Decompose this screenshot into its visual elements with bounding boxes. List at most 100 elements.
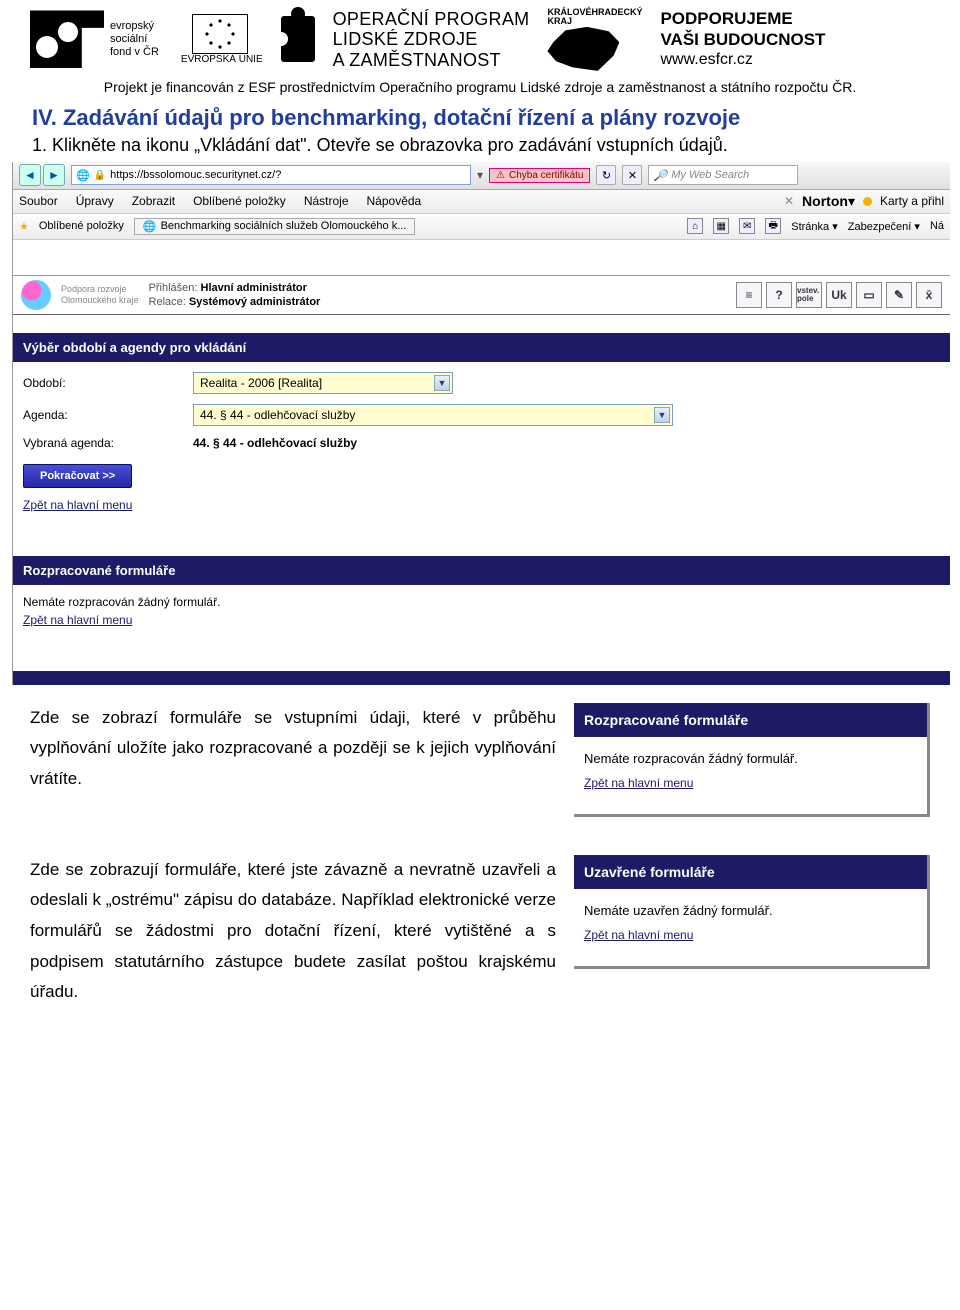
esf-icon <box>30 10 104 68</box>
star-icon: ★ <box>19 220 29 233</box>
edit-icon[interactable]: ✎ <box>886 282 912 308</box>
back-to-main-link[interactable]: Zpět na hlavní menu <box>584 776 693 790</box>
op-line-2: LIDSKÉ ZDROJE <box>333 29 530 49</box>
closed-panel-title: Uzavřené formuláře <box>574 855 927 889</box>
page-cert-icon: 🌐 <box>76 169 90 182</box>
esf-logo: evropský sociální fond v ČR <box>30 10 159 68</box>
screenshot-main: ◄ ► 🌐 🔒 https://bssolomouc.securitynet.c… <box>12 162 950 685</box>
favorites-label[interactable]: Oblíbené položky <box>39 220 124 232</box>
closed-panel-message: Nemáte uzavřen žádný formulář. <box>584 903 917 918</box>
op-line-3: A ZAMĚSTNANOST <box>333 50 530 70</box>
drafts-explanation-text: Zde se zobrazí formuláře se vstupními úd… <box>30 703 556 795</box>
closed-explanation-text: Zde se zobrazují formuláře, které jste z… <box>30 855 556 1008</box>
ie-menu-item[interactable]: Zobrazit <box>132 194 175 208</box>
back-to-main-link[interactable]: Zpět na hlavní menu <box>23 498 132 512</box>
home-icon[interactable]: ⌂ <box>687 218 703 234</box>
esf-label-3: fond v ČR <box>110 46 159 59</box>
mail-icon[interactable]: ✉ <box>739 218 755 234</box>
ie-url-field[interactable]: 🌐 🔒 https://bssolomouc.securitynet.cz/? <box>71 165 471 185</box>
ie-tab[interactable]: 🌐 Benchmarking sociálních služeb Olomouc… <box>134 218 416 235</box>
ie-menu-item[interactable]: Nápověda <box>367 194 422 208</box>
ie-refresh-button[interactable]: ↻ <box>596 165 616 185</box>
selected-agenda-label: Vybraná agenda: <box>23 436 193 450</box>
stats-icon[interactable]: x̄ <box>916 282 942 308</box>
ie-page-menu[interactable]: Stránka ▾ <box>791 220 838 233</box>
list-icon[interactable]: ≡ <box>736 282 762 308</box>
app-logo-sub: Podpora rozvoje Olomouckého kraje <box>61 284 139 306</box>
app-logo-icon <box>21 280 51 310</box>
selected-agenda-value: 44. § 44 - odlehčovací služby <box>193 436 357 450</box>
ie-menu-item[interactable]: Nástroje <box>304 194 349 208</box>
agenda-select[interactable]: 44. § 44 - odlehčovací služby ▼ <box>193 404 673 426</box>
agenda-select-value: 44. § 44 - odlehčovací služby <box>200 408 355 422</box>
search-icon: 🔎 <box>653 169 667 182</box>
ie-security-menu[interactable]: Zabezpečení ▾ <box>848 220 920 233</box>
section-drafts-title: Rozpracované formuláře <box>13 556 950 585</box>
support-slogan: PODPORUJEME VAŠI BUDOUCNOST www.esfcr.cz <box>660 9 825 69</box>
lock-icon: 🔒 <box>94 170 106 181</box>
section-heading: IV. Zadávání údajů pro benchmarking, dot… <box>0 101 960 133</box>
certificate-error-badge[interactable]: ⚠ Chyba certifikátu <box>489 168 590 183</box>
cert-error-text: Chyba certifikátu <box>509 170 583 181</box>
drafts-panel-title: Rozpracované formuláře <box>574 703 927 737</box>
norton-cards-link[interactable]: Karty a přihl <box>880 194 944 208</box>
support-line-2: VAŠI BUDOUCNOST <box>660 30 825 50</box>
feeds-icon[interactable]: ▦ <box>713 218 729 234</box>
ie-back-button[interactable]: ◄ <box>19 164 41 186</box>
sponsor-logo-strip: evropský sociální fond v ČR EVROPSKÁ UNI… <box>0 0 960 75</box>
norton-toolbar-label[interactable]: Norton▾ <box>802 193 855 210</box>
closed-panel: Uzavřené formuláře Nemáte uzavřen žádný … <box>574 855 930 969</box>
back-to-main-link[interactable]: Zpět na hlavní menu <box>584 928 693 942</box>
op-line-1: OPERAČNÍ PROGRAM <box>333 9 530 29</box>
window-icon[interactable]: ▭ <box>856 282 882 308</box>
ie-search-box[interactable]: 🔎 My Web Search <box>648 165 798 185</box>
region-shape-icon <box>547 27 619 71</box>
input-fields-icon[interactable]: vstev. pole <box>796 282 822 308</box>
ie-address-bar: ◄ ► 🌐 🔒 https://bssolomouc.securitynet.c… <box>13 162 950 190</box>
puzzle-icon <box>281 16 315 62</box>
explanation-pair-closed: Zde se zobrazují formuláře, které jste z… <box>0 821 960 1012</box>
drafts-panel: Rozpracované formuláře Nemáte rozpracová… <box>574 703 930 817</box>
ie-tab-title: Benchmarking sociálních služeb Olomoucké… <box>161 220 407 232</box>
region-logo: KRÁLOVÉHRADECKÝ KRAJ <box>547 8 642 71</box>
ie-menu-item[interactable]: Soubor <box>19 194 58 208</box>
drafts-panel-message: Nemáte rozpracován žádný formulář. <box>584 751 917 766</box>
help-icon[interactable]: ? <box>766 282 792 308</box>
period-select-value: Realita - 2006 [Realita] <box>200 376 322 390</box>
warning-icon: ⚠ <box>496 170 505 181</box>
ie-search-placeholder: My Web Search <box>671 169 749 181</box>
norton-status-icon <box>863 197 872 206</box>
ie-favorites-bar: ★ Oblíbené položky 🌐 Benchmarking sociál… <box>13 214 950 240</box>
instruction-step-1: 1. Klikněte na ikonu „Vkládání dat". Ote… <box>0 133 960 162</box>
ie-menu-item[interactable]: Oblíbené položky <box>193 194 286 208</box>
ie-tools-menu[interactable]: Ná <box>930 220 944 232</box>
esf-label: evropský sociální fond v ČR <box>110 20 159 58</box>
login-info: Přihlášen: Hlavní administrátor Relace: … <box>149 281 321 310</box>
continue-button[interactable]: Pokračovat >> <box>23 464 132 488</box>
ie-stop-button[interactable]: ✕ <box>622 165 642 185</box>
ie-forward-button[interactable]: ► <box>43 164 65 186</box>
print-icon[interactable]: 🖶 <box>765 218 781 234</box>
period-label: Období: <box>23 376 193 390</box>
eu-logo: EVROPSKÁ UNIE <box>177 14 263 65</box>
chevron-down-icon: ▼ <box>654 407 670 423</box>
section-period-agenda-title: Výběr období a agendy pro vkládání <box>13 333 950 362</box>
ie-url-text: https://bssolomouc.securitynet.cz/? <box>110 169 281 181</box>
ie-menu-bar: Soubor Úpravy Zobrazit Oblíbené položky … <box>13 190 950 214</box>
drafts-empty-message: Nemáte rozpracován žádný formulář. <box>13 585 950 613</box>
ie-menu-item[interactable]: Úpravy <box>76 194 114 208</box>
back-to-main-link[interactable]: Zpět na hlavní menu <box>23 613 132 627</box>
operational-program-title: OPERAČNÍ PROGRAM LIDSKÉ ZDROJE A ZAMĚSTN… <box>333 9 530 69</box>
period-agenda-form: Období: Realita - 2006 [Realita] ▼ Agend… <box>13 362 950 526</box>
funding-statement: Projekt je financován z ESF prostřednict… <box>0 75 960 101</box>
app-toolbar: ≡ ? vstev. pole Uk ▭ ✎ x̄ <box>736 282 942 308</box>
chevron-down-icon: ▼ <box>434 375 450 391</box>
section-closed-title-truncated <box>13 671 950 685</box>
support-line-1: PODPORUJEME <box>660 9 825 29</box>
period-select[interactable]: Realita - 2006 [Realita] ▼ <box>193 372 453 394</box>
agenda-label: Agenda: <box>23 408 193 422</box>
indicators-icon[interactable]: Uk <box>826 282 852 308</box>
region-label-2: KRAJ <box>547 17 642 26</box>
support-www: www.esfcr.cz <box>660 50 825 69</box>
app-header-row: Podpora rozvoje Olomouckého kraje Přihlá… <box>13 276 950 315</box>
